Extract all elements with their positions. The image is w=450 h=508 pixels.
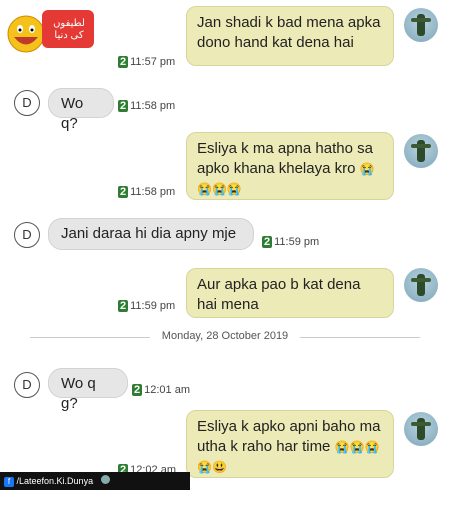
message-bubble-outgoing: Esliya k ma apna hatho sa apko khana khe… xyxy=(186,132,394,200)
facebook-icon: f xyxy=(4,477,14,487)
message-time: 2 11:59 pm xyxy=(262,236,320,248)
message-bubble-incoming: Wo q? xyxy=(48,88,114,132)
globe-icon xyxy=(100,475,110,484)
message-time: 2 11:58 pm xyxy=(118,186,176,198)
message-bubble-outgoing: Aur apka pao b kat dena hai mena xyxy=(186,268,394,318)
brand-logo: لطیفوں کی دنیا xyxy=(4,4,96,56)
avatar xyxy=(404,8,438,42)
message-text: Jani daraa hi dia apny mje xyxy=(61,225,237,242)
avatar: D xyxy=(14,222,40,248)
message-text: Wo q? xyxy=(61,95,84,132)
watermark-footer: f /Lateefon.Ki.Dunya /LateefonKiDunya.co… xyxy=(0,472,190,504)
footer-site-text: /LateefonKiDunya.com xyxy=(4,494,96,504)
avatar xyxy=(404,412,438,446)
message-time: 2 12:01 am xyxy=(132,384,190,396)
avatar xyxy=(404,268,438,302)
avatar: D xyxy=(14,372,40,398)
message-bubble-outgoing: Jan shadi k bad mena apka dono hand kat … xyxy=(186,6,394,66)
footer-facebook-text: /Lateefon.Ki.Dunya xyxy=(16,476,94,486)
brand-logo-text: لطیفوں کی دنیا xyxy=(53,18,85,41)
message-text: Wo q g? xyxy=(61,375,96,412)
message-text: Jan shadi k bad mena apka dono hand kat … xyxy=(197,14,381,51)
message-bubble-incoming: Wo q g? xyxy=(48,368,128,412)
avatar xyxy=(404,134,438,168)
message-time: 2 11:58 pm xyxy=(118,100,176,112)
message-text: Aur apka pao b kat dena hai mena xyxy=(197,276,361,313)
message-bubble-outgoing: Esliya k apko apni baho ma utha k raho h… xyxy=(186,410,394,478)
message-time: 2 11:59 pm xyxy=(118,300,176,312)
message-bubble-incoming: Jani daraa hi dia apny mje xyxy=(48,218,254,250)
date-separator: Monday, 28 October 2019 xyxy=(0,330,450,342)
message-time: 2 11:57 pm xyxy=(118,56,176,68)
avatar: D xyxy=(14,90,40,116)
message-text: Esliya k ma apna hatho sa apko khana khe… xyxy=(197,140,373,177)
